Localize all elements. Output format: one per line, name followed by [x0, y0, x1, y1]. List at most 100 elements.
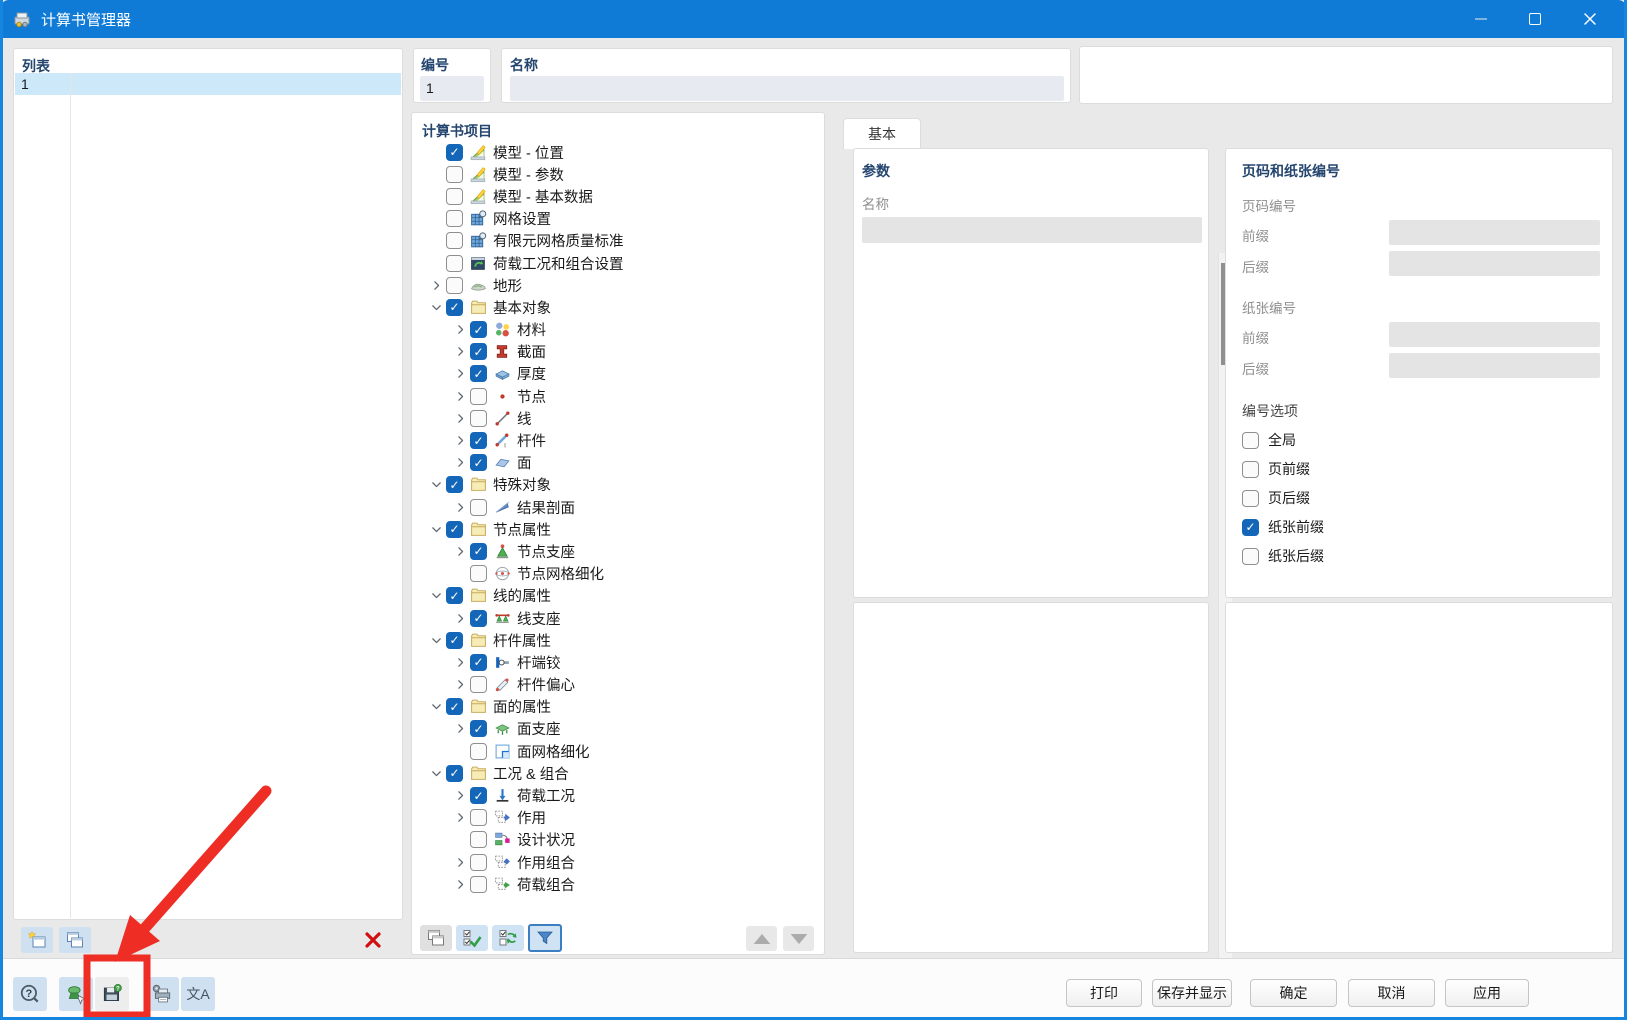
tree-item[interactable]: 有限元网格质量标准 [412, 230, 808, 252]
chevron-right-icon[interactable] [450, 721, 470, 737]
tree-item-checkbox[interactable] [470, 542, 487, 560]
tree-item[interactable]: 节点网格细化 [412, 563, 808, 585]
tree-item[interactable]: 荷载工况 [412, 784, 808, 806]
chevron-right-icon[interactable] [450, 677, 470, 693]
sheet-suffix-input[interactable] [1389, 353, 1600, 378]
tree-item[interactable]: 面支座 [412, 718, 808, 740]
chevron-right-icon[interactable] [450, 499, 470, 515]
print-button[interactable]: 打印 [1066, 979, 1142, 1007]
help-button[interactable]: ? [13, 977, 47, 1011]
delete-list-item-button[interactable] [357, 927, 389, 953]
tree-item-checkbox[interactable] [470, 498, 487, 516]
tree-item-checkbox[interactable] [470, 609, 487, 627]
tree-item[interactable]: 基本对象 [412, 296, 808, 318]
chevron-right-icon[interactable] [450, 788, 470, 804]
tree-item[interactable]: 节点 [412, 385, 808, 407]
chevron-down-icon[interactable] [426, 699, 446, 715]
chevron-right-icon[interactable] [450, 344, 470, 360]
tree-item[interactable]: 线支座 [412, 607, 808, 629]
sheet-prefix-input[interactable] [1389, 322, 1600, 347]
chevron-down-icon[interactable] [426, 521, 446, 537]
numbering-option-checkbox[interactable] [1242, 547, 1259, 565]
tree-item[interactable]: 作用组合 [412, 851, 808, 873]
tree-item-checkbox[interactable] [470, 875, 487, 893]
tree-item-checkbox[interactable] [446, 254, 463, 272]
tree-item-checkbox[interactable] [470, 365, 487, 383]
move-down-button[interactable] [783, 926, 814, 951]
chevron-right-icon[interactable] [450, 854, 470, 870]
number-input[interactable]: 1 [420, 76, 484, 101]
tree-item[interactable]: 特殊对象 [412, 474, 808, 496]
tree-item[interactable]: 面的属性 [412, 696, 808, 718]
tree-item[interactable]: 面网格细化 [412, 740, 808, 762]
chevron-right-icon[interactable] [426, 277, 446, 293]
tree-item[interactable]: 杆端铰 [412, 651, 808, 673]
chevron-right-icon[interactable] [450, 322, 470, 338]
tree-item-checkbox[interactable] [470, 387, 487, 405]
tree-item[interactable]: 线的属性 [412, 585, 808, 607]
toggle-checks-button[interactable] [492, 925, 524, 951]
move-up-button[interactable] [746, 926, 777, 951]
chevron-down-icon[interactable] [426, 299, 446, 315]
tree-item-checkbox[interactable] [446, 631, 463, 649]
tree-item-checkbox[interactable] [446, 232, 463, 250]
tree-item[interactable]: 杆件属性 [412, 629, 808, 651]
chevron-right-icon[interactable] [450, 433, 470, 449]
copy-list-item-button[interactable] [59, 927, 91, 953]
tree-item-checkbox[interactable] [470, 720, 487, 738]
maximize-button[interactable] [1529, 13, 1541, 25]
numbering-option[interactable]: 页后缀 [1242, 487, 1592, 509]
chevron-down-icon[interactable] [426, 632, 446, 648]
apply-button[interactable]: 应用 [1445, 979, 1529, 1007]
tree-item[interactable]: 地形 [412, 274, 808, 296]
chevron-right-icon[interactable] [450, 654, 470, 670]
tree-item[interactable]: 材料 [412, 319, 808, 341]
name-input[interactable] [510, 76, 1064, 101]
numbering-option[interactable]: 纸张后缀 [1242, 545, 1592, 567]
chevron-right-icon[interactable] [450, 543, 470, 559]
tree-item[interactable]: 模型 - 基本数据 [412, 185, 808, 207]
tree-item[interactable]: 工况 & 组合 [412, 762, 808, 784]
chevron-down-icon[interactable] [426, 477, 446, 493]
tree-item-checkbox[interactable] [470, 676, 487, 694]
tree-item[interactable]: 截面 [412, 341, 808, 363]
numbering-option-checkbox[interactable] [1242, 460, 1259, 478]
tree-item-checkbox[interactable] [470, 809, 487, 827]
tree-item[interactable]: 结果剖面 [412, 496, 808, 518]
page-prefix-input[interactable] [1389, 220, 1600, 245]
chevron-right-icon[interactable] [450, 876, 470, 892]
chevron-right-icon[interactable] [450, 810, 470, 826]
numbering-option[interactable]: 纸张前缀 [1242, 516, 1592, 538]
numbering-option-checkbox[interactable] [1242, 489, 1259, 507]
tree-item-checkbox[interactable] [446, 298, 463, 316]
tree-item-checkbox[interactable] [446, 698, 463, 716]
tree-item[interactable]: 荷载组合 [412, 873, 808, 895]
tree-item-checkbox[interactable] [470, 787, 487, 805]
page-suffix-input[interactable] [1389, 251, 1600, 276]
tree-item[interactable]: 模型 - 参数 [412, 163, 808, 185]
tree-item-checkbox[interactable] [446, 143, 463, 161]
new-list-item-button[interactable] [21, 927, 53, 953]
chevron-down-icon[interactable] [426, 765, 446, 781]
check-all-button[interactable] [456, 925, 488, 951]
tree-item-checkbox[interactable] [446, 476, 463, 494]
chevron-right-icon[interactable] [450, 610, 470, 626]
chevron-right-icon[interactable] [450, 388, 470, 404]
tree-item-checkbox[interactable] [470, 409, 487, 427]
language-button[interactable]: 文A [181, 977, 215, 1011]
tree-item[interactable]: 荷载工况和组合设置 [412, 252, 808, 274]
cancel-button[interactable]: 取消 [1348, 979, 1435, 1007]
list-item-selected[interactable]: 1 [15, 73, 401, 95]
ok-button[interactable]: 确定 [1250, 979, 1337, 1007]
chevron-down-icon[interactable] [426, 588, 446, 604]
tree-item[interactable]: 节点属性 [412, 518, 808, 540]
tree-item[interactable]: 节点支座 [412, 540, 808, 562]
tree-item[interactable]: 厚度 [412, 363, 808, 385]
filter-button[interactable] [528, 924, 562, 952]
tree-item-checkbox[interactable] [470, 853, 487, 871]
tree-item-checkbox[interactable] [446, 587, 463, 605]
tree-item[interactable]: 杆件偏心 [412, 674, 808, 696]
chevron-right-icon[interactable] [450, 410, 470, 426]
tree-item[interactable]: 线 [412, 407, 808, 429]
numbering-option-checkbox[interactable] [1242, 518, 1259, 536]
